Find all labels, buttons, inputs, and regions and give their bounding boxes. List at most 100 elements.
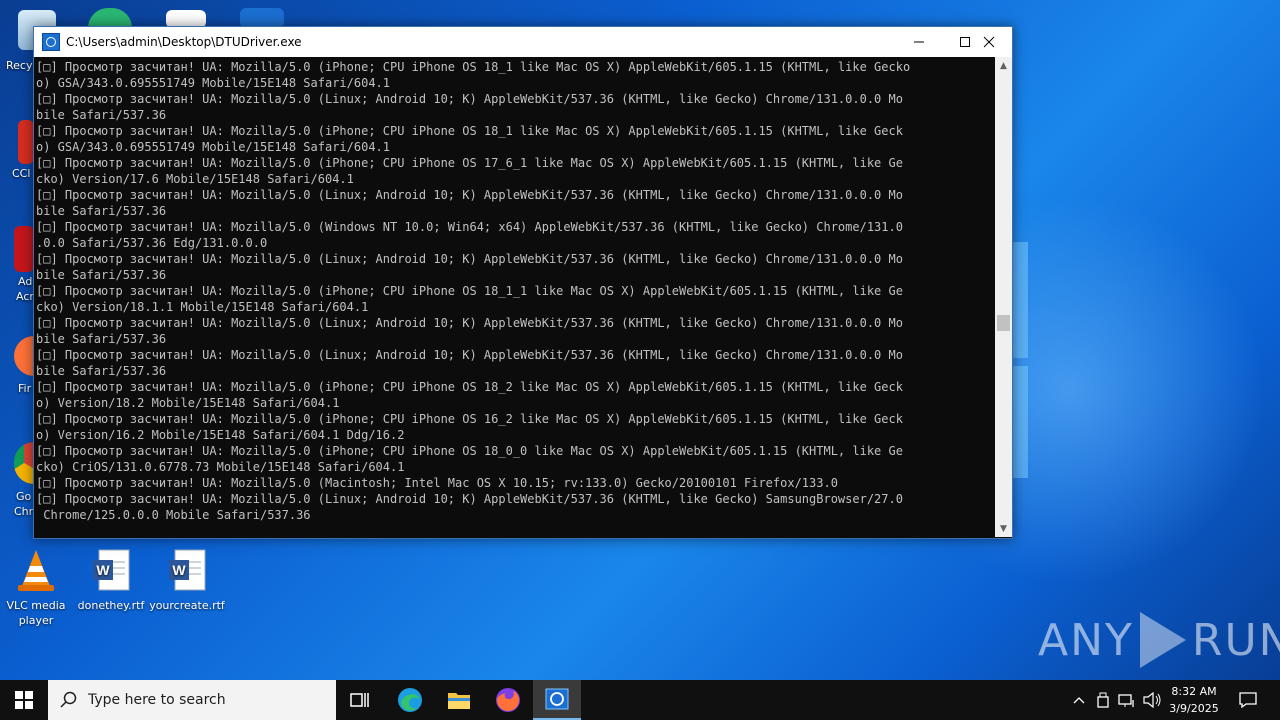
acrobat-label-1: Ad — [18, 275, 33, 288]
desktop-icon-label: yourcreate.rtf — [149, 599, 225, 612]
task-view-icon — [350, 693, 369, 707]
console-app-taskbar-icon — [545, 688, 569, 710]
console-line: Chrome/125.0.0.0 Mobile Safari/537.36 — [36, 508, 311, 522]
desktop-icon-vlc[interactable]: VLC media player — [0, 548, 74, 628]
window-title: C:\Users\admin\Desktop\DTUDriver.exe — [66, 35, 302, 49]
notifications-button[interactable] — [1232, 680, 1264, 720]
play-logo-icon — [1139, 612, 1186, 668]
console-line: [□] Просмотр засчитан! UA: Mozilla/5.0 (… — [36, 412, 903, 426]
edge-desktop-icon[interactable] — [88, 8, 132, 28]
console-app-icon[interactable] — [42, 33, 60, 51]
vertical-scrollbar[interactable]: ▲ ▼ — [995, 57, 1012, 537]
console-taskbar-button[interactable] — [533, 680, 581, 720]
watermark-right: RUN — [1191, 614, 1280, 666]
close-button[interactable] — [966, 27, 1012, 57]
firefox-icon — [496, 688, 520, 712]
taskbar-clock[interactable]: 8:32 AM 3/9/2025 — [1166, 683, 1222, 717]
search-icon — [60, 691, 77, 708]
minimize-button[interactable] — [896, 27, 942, 57]
desktop-icon-label: VLC media player — [6, 599, 66, 627]
firefox-label: Fir — [18, 382, 32, 395]
desktop-icon-yourcreate[interactable]: W yourcreate.rtf — [149, 548, 225, 613]
svg-text:W: W — [96, 562, 110, 578]
console-window[interactable]: C:\Users\admin\Desktop\DTUDriver.exe [□]… — [33, 26, 1013, 539]
console-line: o) GSA/343.0.695551749 Mobile/15E148 Saf… — [36, 76, 391, 90]
console-line: [□] Просмотр засчитан! UA: Mozilla/5.0 (… — [36, 380, 903, 394]
task-view-button[interactable] — [336, 680, 384, 720]
console-line: [□] Просмотр засчитан! UA: Mozilla/5.0 (… — [36, 348, 903, 362]
firefox-desktop-icon[interactable] — [14, 336, 34, 376]
ccleaner-icon[interactable] — [18, 120, 34, 164]
desktop-icon-label: donethey.rtf — [77, 599, 145, 612]
anyrun-watermark: ANY RUN — [1038, 612, 1280, 668]
console-line: o) GSA/343.0.695551749 Mobile/15E148 Saf… — [36, 140, 391, 154]
svg-text:W: W — [172, 562, 186, 578]
firefox-taskbar-button[interactable] — [484, 680, 532, 720]
console-line: cko) Version/18.1.1 Mobile/15E148 Safari… — [36, 300, 369, 314]
chrome-label-2: Chr — [14, 505, 34, 518]
console-line: [□] Просмотр засчитан! UA: Mozilla/5.0 (… — [36, 92, 903, 106]
console-line: [□] Просмотр засчитан! UA: Mozilla/5.0 (… — [36, 252, 903, 266]
edge-taskbar-button[interactable] — [386, 680, 434, 720]
folder-icon — [448, 693, 470, 709]
window-titlebar[interactable]: C:\Users\admin\Desktop\DTUDriver.exe — [34, 27, 1012, 57]
desktop-icon-donethey[interactable]: W donethey.rtf — [73, 548, 149, 613]
console-line: [□] Просмотр засчитан! UA: Mozilla/5.0 (… — [36, 156, 903, 170]
console-line: [□] Просмотр засчитан! UA: Mozilla/5.0 (… — [36, 476, 838, 490]
console-line: [□] Просмотр засчитан! UA: Mozilla/5.0 (… — [36, 188, 903, 202]
network-tray-button[interactable] — [1115, 680, 1139, 720]
wallpaper-beam — [1012, 242, 1028, 358]
minimize-icon — [914, 41, 924, 43]
scroll-down-arrow-icon[interactable]: ▼ — [995, 520, 1012, 537]
clock-date: 3/9/2025 — [1169, 702, 1219, 715]
windows-logo-icon — [15, 691, 33, 709]
acrobat-label-2: Acr — [16, 290, 34, 303]
console-output[interactable]: [□] Просмотр засчитан! UA: Mozilla/5.0 (… — [34, 57, 994, 537]
clock-time: 8:32 AM — [1171, 685, 1217, 698]
console-line: bile Safari/537.36 — [36, 332, 167, 346]
console-line: [□] Просмотр засчитан! UA: Mozilla/5.0 (… — [36, 284, 903, 298]
console-line: [□] Просмотр засчитан! UA: Mozilla/5.0 (… — [36, 124, 903, 138]
console-line: bile Safari/537.36 — [36, 268, 167, 282]
console-line: [□] Просмотр засчитан! UA: Mozilla/5.0 (… — [36, 220, 903, 234]
console-line: bile Safari/537.36 — [36, 108, 167, 122]
scroll-up-arrow-icon[interactable]: ▲ — [995, 57, 1012, 74]
show-hidden-icons-button[interactable] — [1068, 680, 1090, 720]
file-explorer-taskbar-button[interactable] — [435, 680, 483, 720]
watermark-left: ANY — [1038, 614, 1134, 666]
vlc-cone-icon — [14, 548, 58, 594]
volume-tray-button[interactable] — [1140, 680, 1164, 720]
console-line: bile Safari/537.36 — [36, 364, 167, 378]
console-desktop-icon[interactable] — [240, 8, 284, 28]
search-placeholder: Type here to search — [88, 692, 226, 708]
acrobat-icon[interactable] — [14, 226, 34, 272]
console-line: .0.0 Safari/537.36 Edg/131.0.0.0 — [36, 236, 268, 250]
console-line: [□] Просмотр засчитан! UA: Mozilla/5.0 (… — [36, 444, 903, 458]
chrome-desktop-icon[interactable] — [14, 442, 34, 484]
usb-drive-icon — [1097, 692, 1109, 708]
console-line: [□] Просмотр засчитан! UA: Mozilla/5.0 (… — [36, 316, 903, 330]
volume-icon — [1143, 692, 1161, 708]
console-line: o) Version/18.2 Mobile/15E148 Safari/604… — [36, 396, 340, 410]
wallpaper-beam — [1012, 366, 1028, 478]
taskbar: Type here to search 8:32 AM 3/9/2025 — [0, 680, 1280, 720]
console-line: cko) CriOS/131.0.6778.73 Mobile/15E148 S… — [36, 460, 405, 474]
network-icon — [1118, 694, 1134, 707]
ccleaner-label: CCl — [12, 167, 31, 180]
console-line: [□] Просмотр засчитан! UA: Mozilla/5.0 (… — [36, 60, 911, 74]
chevron-up-icon — [1073, 697, 1085, 704]
scrollbar-thumb[interactable] — [997, 315, 1010, 331]
recycle-bin-label: Recy — [6, 59, 33, 72]
word-document-icon: W — [165, 548, 209, 594]
console-line: [□] Просмотр засчитан! UA: Mozilla/5.0 (… — [36, 492, 903, 506]
close-icon — [983, 36, 995, 48]
console-line: cko) Version/17.6 Mobile/15E148 Safari/6… — [36, 172, 354, 186]
edge-icon — [398, 688, 422, 712]
notification-icon — [1239, 692, 1257, 708]
console-line: bile Safari/537.36 — [36, 204, 167, 218]
usb-tray-button[interactable] — [1092, 680, 1114, 720]
start-button[interactable] — [0, 680, 48, 720]
word-document-icon: W — [89, 548, 133, 594]
taskbar-search-box[interactable]: Type here to search — [48, 680, 336, 720]
console-line: o) Version/16.2 Mobile/15E148 Safari/604… — [36, 428, 405, 442]
